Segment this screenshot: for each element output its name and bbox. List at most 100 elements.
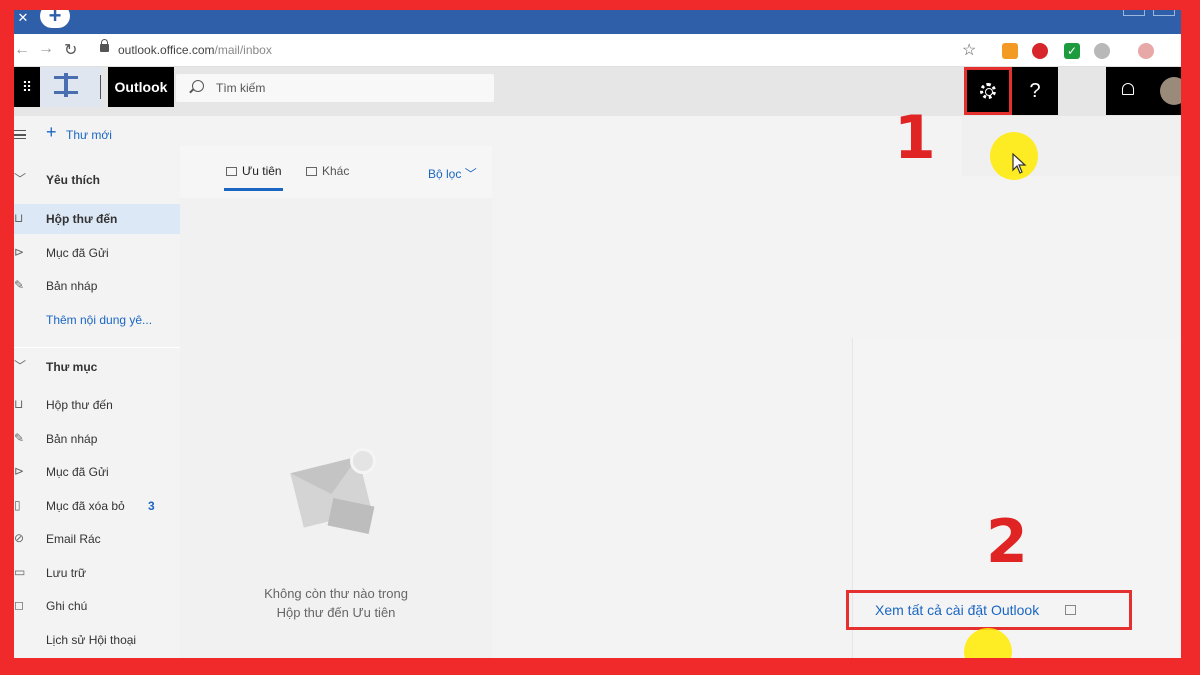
- new-mail-label: Thư mới: [66, 128, 112, 142]
- send-icon: ⊳: [14, 245, 25, 259]
- account-button[interactable]: [1152, 67, 1181, 115]
- inbox-icon: ⊔: [14, 397, 24, 411]
- empty-state-line: Hộp thư đến Ưu tiên: [276, 605, 396, 620]
- sidebar-item-favorite-inbox[interactable]: ⊔ Hộp thư đến: [14, 204, 180, 234]
- sidebar-item-drafts[interactable]: ✎ Bản nháp: [14, 424, 180, 454]
- hamburger-menu-icon[interactable]: [14, 130, 26, 139]
- extension-icon[interactable]: [1094, 43, 1110, 59]
- rss-extension-icon[interactable]: [1002, 43, 1018, 59]
- open-in-new-icon: [1065, 605, 1076, 615]
- organization-logo: [40, 67, 102, 107]
- avatar: [1160, 77, 1181, 105]
- reload-icon[interactable]: ↻: [64, 40, 77, 60]
- browser-tabstrip: ✕ +: [14, 10, 1181, 34]
- view-all-settings-link[interactable]: Xem tất cả cài đặt Outlook: [846, 590, 1132, 630]
- sidebar-item-conversation-history[interactable]: Lịch sử Hội thoại: [14, 625, 180, 655]
- new-tab-button[interactable]: +: [40, 10, 70, 28]
- maximize-icon[interactable]: [1153, 10, 1175, 16]
- address-bar: ← → ↻ outlook.office.com/mail/inbox ☆ ✓: [14, 34, 1181, 67]
- message-list: Ưu tiên Khác Bộ lọc ﹀ Không còn thư nào …: [180, 146, 492, 658]
- chevron-down-icon: ﹀: [14, 359, 27, 373]
- back-arrow-icon[interactable]: ←: [14, 41, 30, 59]
- lock-icon: [100, 39, 109, 52]
- minimize-icon[interactable]: [1123, 10, 1145, 16]
- url-field[interactable]: outlook.office.com/mail/inbox: [118, 43, 272, 57]
- url-path: /mail/inbox: [214, 43, 272, 57]
- pencil-icon: ✎: [14, 431, 25, 445]
- sidebar-item-label: Bản nháp: [46, 432, 98, 446]
- sidebar-item-label: Hộp thư đến: [46, 398, 113, 412]
- filter-button[interactable]: Bộ lọc ﹀: [428, 165, 477, 182]
- chevron-down-icon: ﹀: [14, 172, 27, 186]
- sidebar-item-label: Lưu trữ: [46, 566, 87, 580]
- empty-state-line: Không còn thư nào trong: [264, 586, 408, 601]
- active-tab-indicator: [224, 188, 283, 191]
- search-icon: [192, 80, 204, 92]
- sidebar-item-junk[interactable]: ⊘ Email Rác: [14, 524, 180, 554]
- send-icon: ⊳: [14, 464, 25, 478]
- tab-focused[interactable]: Ưu tiên: [226, 164, 282, 178]
- favorites-title: Yêu thích: [46, 173, 101, 187]
- sidebar-item-sent[interactable]: ⊳ Mục đã Gửi: [14, 457, 180, 487]
- trash-icon: ▯: [14, 498, 21, 512]
- badge-circle: [350, 448, 376, 474]
- folders-header[interactable]: ﹀ Thư mục: [14, 352, 180, 382]
- help-button[interactable]: ?: [1012, 67, 1058, 115]
- sidebar-item-notes[interactable]: ◻ Ghi chú: [14, 591, 180, 621]
- filter-label: Bộ lọc: [428, 167, 462, 181]
- archive-icon: ▭: [14, 565, 26, 579]
- settings-button[interactable]: [964, 67, 1012, 115]
- add-favorite-link[interactable]: Thêm nội dung yê...: [14, 305, 180, 335]
- pencil-icon: ✎: [14, 278, 25, 292]
- profile-extension-icon[interactable]: [1138, 43, 1154, 59]
- checkmark-extension-icon[interactable]: ✓: [1064, 43, 1080, 59]
- sidebar-item-label: Email Rác: [46, 532, 101, 546]
- sidebar-item-favorite-sent[interactable]: ⊳ Mục đã Gửi: [14, 238, 180, 268]
- sidebar-item-favorite-drafts[interactable]: ✎ Bản nháp: [14, 271, 180, 301]
- plus-icon: +: [46, 122, 57, 142]
- forward-arrow-icon[interactable]: →: [38, 40, 54, 58]
- inbox-icon: ⊔: [14, 211, 24, 225]
- pinterest-extension-icon[interactable]: [1032, 43, 1048, 59]
- mail-icon: [306, 167, 317, 176]
- app-launcher-icon[interactable]: ⠿: [14, 67, 40, 107]
- sidebar-item-label: Mục đã Gửi: [46, 465, 109, 479]
- search-placeholder: Tìm kiếm: [216, 81, 266, 95]
- screen-frame: ✕ + ← → ↻ outlook.office.com/mail/inbox …: [14, 10, 1181, 658]
- block-icon: ⊘: [14, 531, 25, 545]
- folders-title: Thư mục: [46, 360, 98, 374]
- gear-icon: [980, 83, 996, 99]
- note-icon: ◻: [14, 598, 24, 612]
- inbox-icon: [226, 167, 237, 176]
- sidebar-item-label: Hộp thư đến: [46, 212, 118, 226]
- new-mail-button[interactable]: + Thư mới: [14, 120, 180, 150]
- bookmark-star-icon[interactable]: ☆: [962, 40, 976, 60]
- empty-mailbox-illustration: [290, 446, 390, 546]
- bell-icon: [1122, 83, 1134, 95]
- outlook-brand[interactable]: Outlook: [108, 67, 174, 107]
- sidebar-item-archive[interactable]: ▭ Lưu trữ: [14, 558, 180, 588]
- close-icon[interactable]: ✕: [16, 10, 30, 26]
- sidebar-item-inbox[interactable]: ⊔ Hộp thư đến: [14, 390, 180, 420]
- notifications-button[interactable]: [1106, 67, 1152, 115]
- tab-label: Ưu tiên: [242, 164, 282, 178]
- tab-label: Khác: [322, 164, 350, 178]
- search-input[interactable]: Tìm kiếm: [176, 74, 494, 102]
- sidebar-item-label: Lịch sử Hội thoại: [46, 633, 137, 647]
- sidebar-item-label: Ghi chú: [46, 599, 88, 613]
- favorites-header[interactable]: ﹀ Yêu thích: [14, 165, 180, 195]
- step-number-1: 1: [894, 103, 936, 173]
- tab-other[interactable]: Khác: [306, 164, 349, 178]
- mouse-pointer-icon: [1012, 153, 1027, 174]
- message-list-toolbar: Ưu tiên Khác Bộ lọc ﹀: [180, 146, 492, 198]
- sidebar-item-deleted[interactable]: ▯ Mục đã xóa bỏ 3: [14, 491, 180, 521]
- sidebar-item-label: Thêm nội dung yê...: [46, 313, 153, 327]
- outlook-header: ⠿ Outlook Tìm kiếm ?: [14, 67, 1181, 116]
- window-controls: [1123, 10, 1175, 16]
- sidebar-item-label: Mục đã xóa bỏ: [46, 499, 125, 513]
- folder-pane: + Thư mới ﹀ Yêu thích ⊔ Hộp thư đến ⊳ Mụ…: [14, 116, 180, 658]
- view-all-settings-label: Xem tất cả cài đặt Outlook: [875, 602, 1040, 618]
- unread-count-badge: 3: [148, 499, 155, 513]
- divider: [14, 347, 180, 348]
- divider: [100, 75, 101, 99]
